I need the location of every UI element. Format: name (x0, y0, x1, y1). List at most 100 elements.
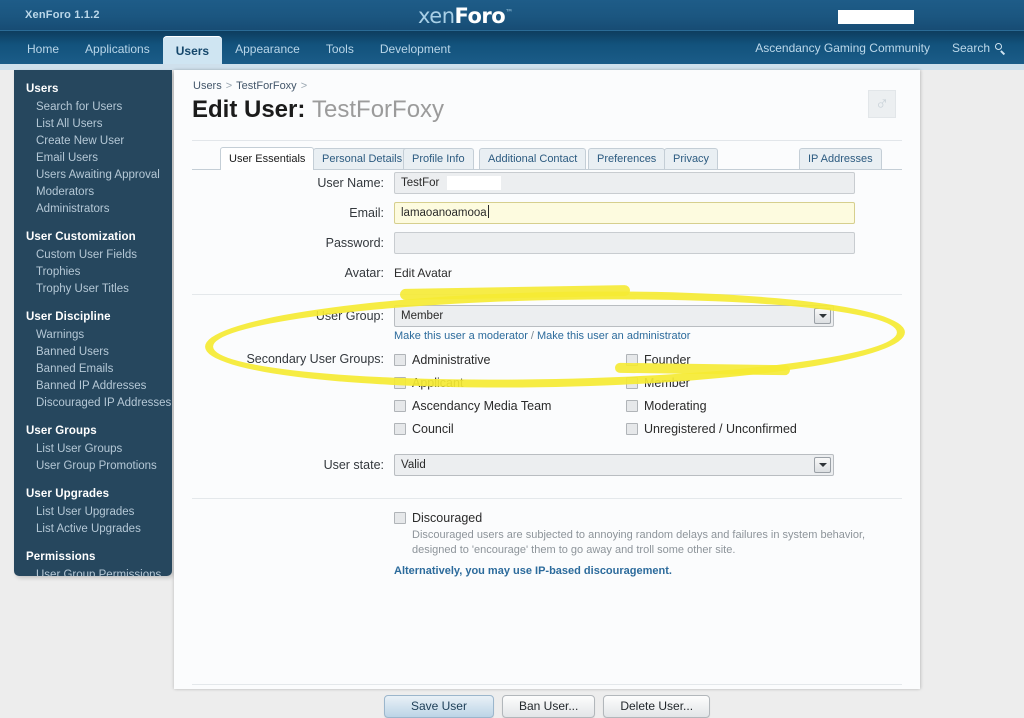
sidebar-item-discouraged-ip-addresses[interactable]: Discouraged IP Addresses (14, 394, 172, 411)
label-moderating: Moderating (644, 398, 707, 413)
sidebar-item-moderators[interactable]: Moderators (14, 183, 172, 200)
sidebar-item-administrators[interactable]: Administrators (14, 200, 172, 217)
sidebar-item-list-user-upgrades[interactable]: List User Upgrades (14, 503, 172, 520)
user-name-label: User Name: (317, 176, 384, 190)
tab-profile-info[interactable]: Profile Info (403, 148, 474, 169)
discouraged-checkbox-row[interactable]: Discouraged (394, 511, 894, 525)
tab-ip-addresses[interactable]: IP Addresses (799, 148, 882, 169)
search-control[interactable]: Search (952, 41, 1006, 55)
checkbox-applicant[interactable] (394, 376, 406, 389)
checkbox-member[interactable] (626, 376, 638, 389)
user-state-select[interactable]: Valid (394, 454, 834, 476)
logo-text-xen: xen (418, 4, 455, 28)
nav-tab-home[interactable]: Home (14, 36, 72, 62)
sidebar-heading-user-upgrades: User Upgrades (26, 488, 110, 500)
tab-privacy[interactable]: Privacy (664, 148, 719, 169)
user-essentials-form: User Name: TestFor Email: lamaoanoamooa … (174, 172, 920, 585)
nav-tab-applications[interactable]: Applications (72, 36, 163, 62)
tab-preferences[interactable]: Preferences (588, 148, 666, 169)
checkbox-row-council[interactable]: Council (394, 417, 626, 440)
email-value: lamaoanoamooa (401, 207, 487, 219)
sidebar-item-banned-emails[interactable]: Banned Emails (14, 360, 172, 377)
checkbox-row-administrative[interactable]: Administrative (394, 348, 626, 371)
checkbox-council[interactable] (394, 422, 406, 435)
redacted-username-box (447, 176, 501, 190)
page-title-prefix: Edit User: (192, 96, 306, 123)
save-user-button[interactable]: Save User (383, 695, 494, 718)
sidebar-item-search-for-users[interactable]: Search for Users (14, 98, 172, 115)
nav-tab-list: Home Applications Users Appearance Tools… (14, 31, 464, 65)
label-ascendancy-media-team: Ascendancy Media Team (412, 398, 552, 413)
male-gender-icon: ♂ (868, 90, 896, 118)
redacted-account-box (838, 10, 914, 24)
label-applicant: Applicant (412, 375, 464, 390)
title-divider (192, 140, 902, 141)
user-group-select[interactable]: Member (394, 305, 834, 327)
sidebar-item-user-group-promotions[interactable]: User Group Promotions (14, 457, 172, 474)
ip-discouragement-link[interactable]: Alternatively, you may use IP-based disc… (394, 565, 894, 577)
row-secondary-user-groups: Secondary User Groups: Administrative Ap… (174, 348, 920, 440)
text-cursor (487, 205, 489, 218)
top-brand-bar: XenForo 1.1.2 xenForo™ (0, 0, 1024, 30)
nav-tab-appearance[interactable]: Appearance (222, 36, 313, 62)
nav-tab-users[interactable]: Users (162, 36, 223, 65)
sidebar-item-trophy-user-titles[interactable]: Trophy User Titles (14, 280, 172, 297)
sidebar-item-list-active-upgrades[interactable]: List Active Upgrades (14, 520, 172, 537)
sidebar-item-email-users[interactable]: Email Users (14, 149, 172, 166)
sidebar-item-warnings[interactable]: Warnings (14, 326, 172, 343)
checkbox-row-applicant[interactable]: Applicant (394, 371, 626, 394)
label-member: Member (644, 375, 690, 390)
xenforo-version-label: XenForo 1.1.2 (25, 9, 100, 21)
row-user-group: User Group: Member Make this user a mode… (174, 305, 920, 342)
user-group-sublinks: Make this user a moderator / Make this use… (394, 330, 894, 342)
page-title-username: TestForFoxy (312, 96, 445, 123)
sidebar-item-custom-user-fields[interactable]: Custom User Fields (14, 246, 172, 263)
checkbox-row-moderating[interactable]: Moderating (626, 394, 858, 417)
sidebar-item-user-group-permissions[interactable]: User Group Permissions (14, 566, 172, 577)
make-moderator-link[interactable]: Make this user a moderator (394, 330, 528, 342)
nav-tab-development[interactable]: Development (367, 36, 464, 62)
ban-user-button[interactable]: Ban User... (501, 695, 596, 718)
admin-sidebar: Users Search for Users List All Users Cr… (14, 70, 172, 576)
delete-user-button[interactable]: Delete User... (603, 695, 711, 718)
tab-additional-contact[interactable]: Additional Contact (479, 148, 587, 169)
sidebar-item-users-awaiting-approval[interactable]: Users Awaiting Approval (14, 166, 172, 183)
chevron-down-icon[interactable] (814, 308, 831, 324)
tab-personal-details[interactable]: Personal Details (313, 148, 412, 169)
main-navigation-bar: Home Applications Users Appearance Tools… (0, 30, 1024, 65)
sidebar-item-banned-users[interactable]: Banned Users (14, 343, 172, 360)
row-email: Email: lamaoanoamooa (174, 202, 920, 224)
sidebar-item-list-all-users[interactable]: List All Users (14, 115, 172, 132)
community-link[interactable]: Ascendancy Gaming Community (755, 41, 930, 55)
nav-tab-tools[interactable]: Tools (313, 36, 367, 62)
sidebar-item-banned-ip-addresses[interactable]: Banned IP Addresses (14, 377, 172, 394)
user-state-value: Valid (401, 459, 426, 471)
checkbox-discouraged[interactable] (394, 512, 406, 524)
sidebar-item-list-user-groups[interactable]: List User Groups (14, 440, 172, 457)
sidebar-heading-user-groups: User Groups (26, 425, 97, 437)
make-administrator-link[interactable]: Make this user an administrator (537, 330, 690, 342)
checkbox-row-ascendancy-media-team[interactable]: Ascendancy Media Team (394, 394, 626, 417)
secondary-groups-column-left: Administrative Applicant Ascendancy Medi… (394, 348, 626, 440)
edit-avatar-link[interactable]: Edit Avatar (394, 266, 452, 280)
breadcrumb-separator-2: > (300, 80, 308, 92)
logo-text-foro: Foro (454, 4, 506, 28)
password-input[interactable] (394, 232, 855, 254)
checkbox-ascendancy-media-team[interactable] (394, 399, 406, 412)
sidebar-item-create-new-user[interactable]: Create New User (14, 132, 172, 149)
row-avatar: Avatar: Edit Avatar (174, 262, 920, 284)
sidebar-item-trophies[interactable]: Trophies (14, 263, 172, 280)
user-name-input[interactable]: TestFor (394, 172, 855, 194)
checkbox-moderating[interactable] (626, 399, 638, 412)
breadcrumb-item-users[interactable]: Users (193, 80, 222, 92)
chevron-down-icon-2[interactable] (814, 457, 831, 473)
tab-user-essentials[interactable]: User Essentials (220, 147, 315, 170)
email-input[interactable]: lamaoanoamooa (394, 202, 855, 224)
breadcrumb-item-testforfoxy[interactable]: TestForFoxy (236, 80, 297, 92)
checkbox-administrative[interactable] (394, 353, 406, 366)
sidebar-heading-permissions: Permissions (26, 551, 96, 563)
checkbox-row-unregistered-unconfirmed[interactable]: Unregistered / Unconfirmed (626, 417, 858, 440)
row-user-name: User Name: TestFor (174, 172, 920, 194)
xenforo-logo: xenForo™ (418, 1, 513, 28)
checkbox-unregistered-unconfirmed[interactable] (626, 422, 638, 435)
